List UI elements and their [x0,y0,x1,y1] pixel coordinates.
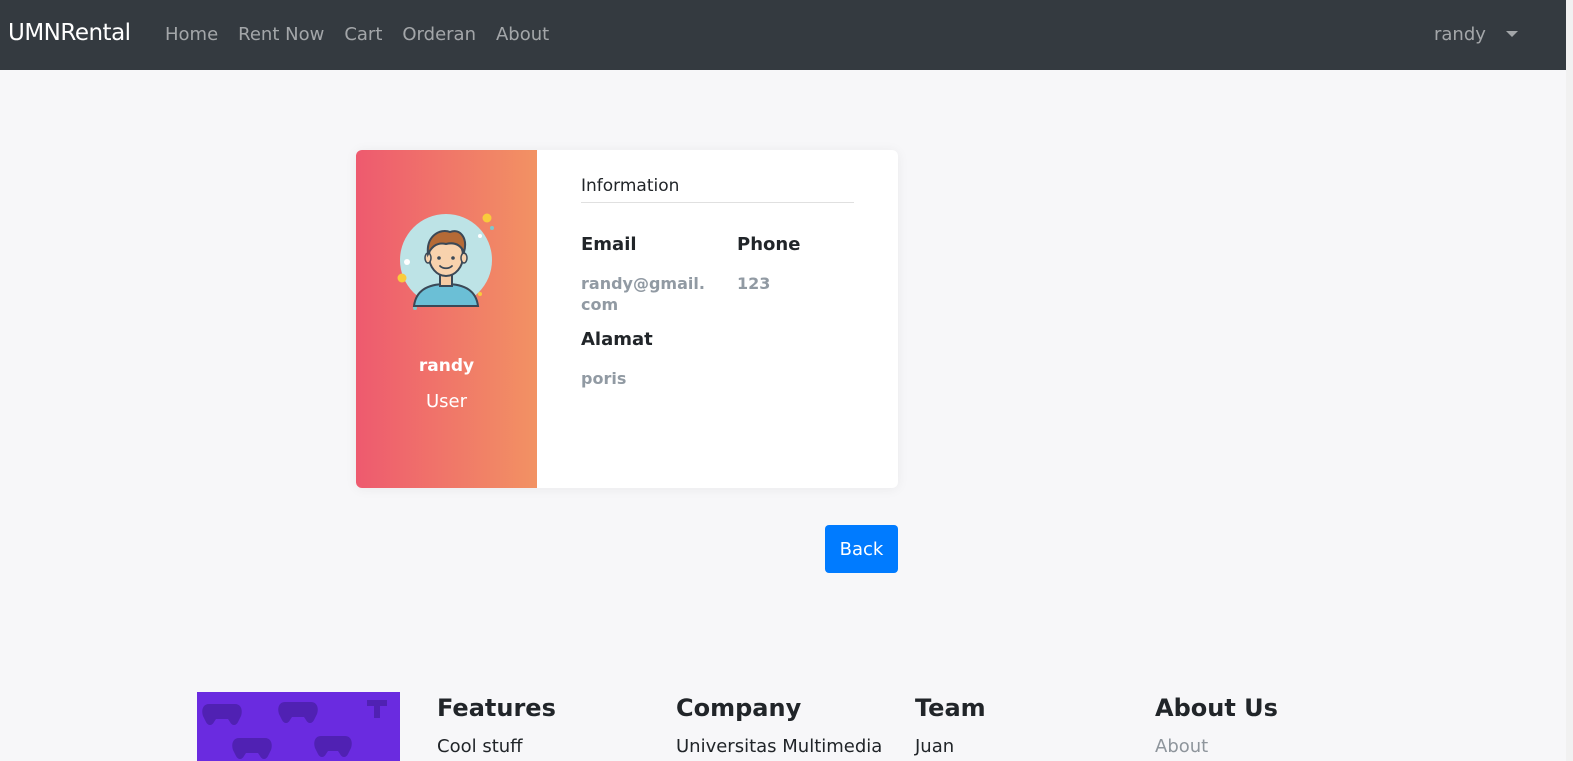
information-panel: Information Email randy@gmail.com Phone … [581,150,861,488]
footer-features-item[interactable]: Cool stuff [437,736,657,757]
brand-logo[interactable]: UMNRental [8,20,131,46]
nav-link-orderan[interactable]: Orderan [402,24,476,45]
footer-about: About Us About [1155,692,1375,757]
footer-team-heading: Team [915,694,986,722]
email-label: Email [581,234,637,255]
footer-company-heading: Company [676,694,802,722]
footer-features: Features Cool stuff [437,692,657,757]
profile-role: User [425,391,468,412]
address-value: poris [581,369,627,388]
information-divider [581,202,854,203]
phone-value: 123 [737,274,771,293]
user-avatar-icon [397,213,494,310]
footer-team: Team Juan [915,692,1135,757]
footer-features-heading: Features [437,694,556,722]
gamepad-pattern-icon [202,700,387,759]
profile-card: randy User Information Email randy@gmail… [356,150,898,488]
footer-image [197,692,400,761]
nav-link-rent-now[interactable]: Rent Now [238,24,324,45]
phone-label: Phone [737,234,801,255]
footer-company: Company Universitas Multimedia [676,692,896,757]
scrollbar[interactable] [1566,0,1573,761]
back-button[interactable]: Back [825,525,898,573]
address-label: Alamat [581,329,653,350]
profile-sidebar: randy User [356,150,537,488]
information-title: Information [581,176,680,196]
navbar: UMNRental Home Rent Now Cart Orderan Abo… [0,0,1566,70]
caret-down-icon [1505,30,1518,37]
nav-link-about[interactable]: About [496,24,549,45]
nav-link-cart[interactable]: Cart [344,24,382,45]
profile-name: randy [418,356,475,376]
user-dropdown[interactable]: randy [1434,24,1518,45]
nav-link-home[interactable]: Home [165,24,218,45]
footer-about-link[interactable]: About [1155,736,1375,757]
email-value: randy@gmail.com [581,274,705,314]
footer-company-item[interactable]: Universitas Multimedia [676,736,896,757]
footer-about-heading: About Us [1155,694,1278,722]
nav-links: Home Rent Now Cart Orderan About [165,24,569,45]
user-dropdown-label: randy [1434,24,1486,45]
footer-team-item[interactable]: Juan [915,736,1135,757]
